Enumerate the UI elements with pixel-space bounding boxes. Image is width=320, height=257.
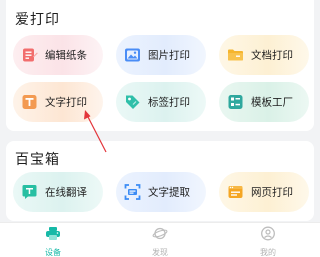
scan-text-icon xyxy=(124,184,141,201)
tile-text-print[interactable]: 文字打印 xyxy=(13,82,103,122)
tab-discover[interactable]: 发现 xyxy=(130,226,190,257)
tile-label: 文字提取 xyxy=(148,186,190,199)
text-icon xyxy=(21,94,38,111)
section-card-aidayin: 爱打印 编辑纸条 图片打印 文档打印 文字打印 标签打印 模板工厂 xyxy=(6,0,314,131)
tile-label: 在线翻译 xyxy=(45,186,87,199)
tile-template-factory[interactable]: 模板工厂 xyxy=(219,82,309,122)
tab-device[interactable]: 设备 xyxy=(23,226,83,257)
tile-text-extract[interactable]: 文字提取 xyxy=(116,172,206,212)
tile-image-print[interactable]: 图片打印 xyxy=(116,35,206,75)
section-title: 百宝箱 xyxy=(15,152,60,168)
edit-note-icon xyxy=(21,47,38,64)
tile-label: 编辑纸条 xyxy=(45,49,87,62)
tile-label: 模板工厂 xyxy=(251,96,293,109)
tile-web-print[interactable]: 网页打印 xyxy=(219,172,309,212)
tile-doc-print[interactable]: 文档打印 xyxy=(219,35,309,75)
bottom-tab-bar: 设备 发现 我的 xyxy=(0,222,320,257)
tile-label-print[interactable]: 标签打印 xyxy=(116,82,206,122)
tab-label: 发现 xyxy=(152,248,168,257)
tile-online-translate[interactable]: 在线翻译 xyxy=(13,172,103,212)
tab-label: 设备 xyxy=(45,248,61,257)
section-card-baibaoxiang: 百宝箱 在线翻译 文字提取 网页打印 xyxy=(6,141,314,221)
image-icon xyxy=(124,47,141,64)
tile-label: 文档打印 xyxy=(251,49,293,62)
printer-icon xyxy=(45,226,61,245)
tile-edit-note[interactable]: 编辑纸条 xyxy=(13,35,103,75)
tile-label: 网页打印 xyxy=(251,186,293,199)
translate-icon xyxy=(21,184,38,201)
planet-icon xyxy=(152,226,168,245)
folder-icon xyxy=(227,47,244,64)
tile-label: 标签打印 xyxy=(148,96,190,109)
tab-mine[interactable]: 我的 xyxy=(238,226,298,257)
tile-label: 图片打印 xyxy=(148,49,190,62)
profile-icon xyxy=(260,226,276,245)
section-title: 爱打印 xyxy=(15,12,60,28)
web-icon xyxy=(227,184,244,201)
template-icon xyxy=(227,94,244,111)
tile-label: 文字打印 xyxy=(45,96,87,109)
tab-label: 我的 xyxy=(260,248,276,257)
tag-icon xyxy=(124,94,141,111)
